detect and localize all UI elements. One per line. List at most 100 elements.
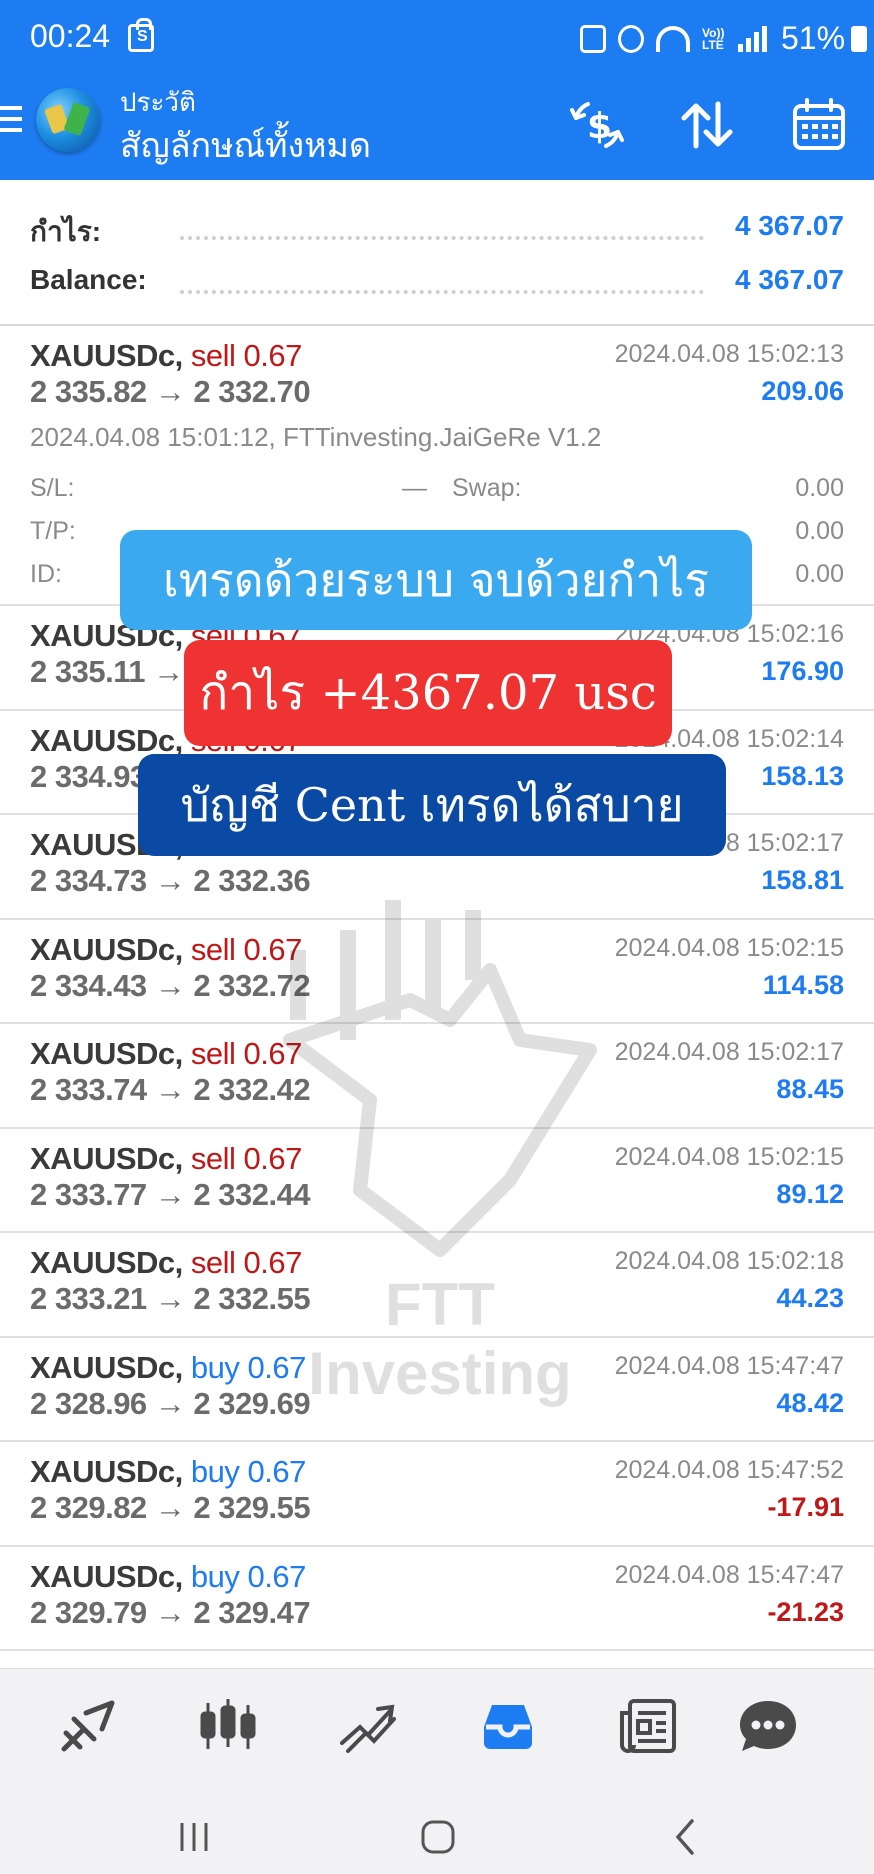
trade-profit: 176.90 (761, 656, 844, 686)
promo-banner-cent: บัญชี Cent เทรดได้สบาย (138, 754, 726, 856)
status-icons: Vo)) LTE 51% (580, 20, 868, 57)
fee-value: 0.00 (795, 560, 844, 588)
trade-symbol: XAUUSDc, (30, 1558, 183, 1594)
trade-profit: 44.23 (776, 1283, 844, 1313)
profit-row: กำไร: 4 367.07 (30, 210, 844, 254)
trade-symbol: XAUUSDc, (30, 1036, 183, 1071)
trade-symbol: XAUUSDc, (30, 1349, 183, 1385)
trade-symbol-line: XAUUSDc, sell 0.67 (30, 338, 302, 374)
trade-profit: 158.81 (761, 865, 844, 895)
promo-banner-system: เทรดด้วยระบบ จบด้วยกำไร (120, 530, 752, 630)
app-bar: ประวัติ สัญลักษณ์ทั้งหมด $ (0, 76, 874, 180)
trade-prices: 2 328.96 → 2 329.69 (30, 1385, 311, 1421)
swap-label: Swap: (452, 474, 522, 502)
bottom-nav (0, 1668, 874, 1874)
top-bar: 00:24 S Vo)) LTE 51% ประวัติ สัญลักษณ์ทั… (0, 0, 874, 180)
trade-time: 2024.04.08 15:02:17 (614, 1038, 844, 1066)
trade-profit: -17.91 (767, 1492, 844, 1522)
signal-icon (738, 25, 767, 52)
home-button[interactable] (418, 1817, 458, 1857)
trade-profit: 114.58 (762, 969, 844, 1000)
deposit-withdraw-icon[interactable]: $ (568, 96, 626, 154)
trade-open-info: 2024.04.08 15:01:12, FTTinvesting.JaiGeR… (30, 422, 602, 452)
trade-prices: 2 333.74 → 2 332.42 (30, 1072, 311, 1107)
battery-saver-icon (580, 24, 606, 53)
sl-swap-row: S/L: — Swap: 0.00 (30, 474, 844, 508)
trade-symbol-line: XAUUSDc, sell 0.67 (30, 1245, 302, 1281)
recent-apps-button[interactable] (174, 1817, 214, 1857)
shop-icon: S (128, 18, 154, 52)
shop-icon-letter: S (137, 28, 148, 45)
trade-side: sell 0.67 (190, 931, 302, 967)
trade-row[interactable]: XAUUSDc, sell 0.67 2 333.74 → 2 332.42 202… (0, 1024, 874, 1129)
trade-symbol: XAUUSDc, (30, 338, 183, 373)
chat-icon[interactable] (736, 1693, 800, 1757)
status-time: 00:24 (30, 18, 111, 54)
page-title[interactable]: สัญลักษณ์ทั้งหมด (120, 118, 371, 172)
trade-prices: 2 329.79 → 2 329.47 (30, 1594, 311, 1630)
swap-value: 0.00 (795, 474, 844, 502)
trade-row[interactable]: XAUUSDc, sell 0.67 2 333.21 → 2 332.55 202… (0, 1233, 874, 1338)
trade-prices: 2 334.43 → 2 332.72 (30, 967, 311, 1003)
calendar-icon[interactable] (790, 96, 848, 154)
trade-symbol: XAUUSDc, (30, 1454, 183, 1489)
chart-icon[interactable] (196, 1693, 260, 1757)
trade-symbol-line: XAUUSDc, buy 0.67 (30, 1350, 306, 1386)
trade-prices: 2 334.73 → 2 332.36 (30, 863, 311, 898)
volte-icon: Vo)) LTE (702, 25, 725, 52)
trade-profit: 209.06 (761, 376, 844, 406)
alarm-icon (618, 24, 644, 53)
commission-value: 0.00 (795, 517, 844, 545)
trade-icon[interactable] (336, 1693, 400, 1757)
battery-percent: 51% (781, 20, 846, 56)
trade-symbol-line: XAUUSDc, buy 0.67 (30, 1454, 306, 1490)
trade-row[interactable]: XAUUSDc, sell 0.67 2 333.77 → 2 332.44 202… (0, 1128, 874, 1233)
trade-symbol-line: XAUUSDc, buy 0.67 (30, 1559, 306, 1595)
profit-label: กำไร: (30, 210, 110, 254)
trade-side: buy 0.67 (190, 1454, 306, 1489)
trade-time: 2024.04.08 15:47:47 (614, 1560, 844, 1589)
menu-icon[interactable] (0, 106, 22, 134)
trade-profit: 158.13 (761, 760, 844, 791)
balance-value: 4 367.07 (735, 264, 844, 295)
trade-prices: 2 335.82 → 2 332.70 (30, 374, 311, 409)
trade-prices: 2 333.21 → 2 332.55 (30, 1281, 311, 1316)
app-logo[interactable] (36, 88, 100, 152)
trade-profit: 48.42 (776, 1387, 844, 1418)
tp-label: T/P: (30, 517, 76, 545)
trade-symbol-line: XAUUSDc, sell 0.67 (30, 932, 302, 968)
svg-text:$: $ (587, 106, 612, 147)
trade-prices: 2 329.82 → 2 329.55 (30, 1490, 311, 1525)
balance-label: Balance: (30, 264, 155, 296)
back-button[interactable] (666, 1817, 706, 1857)
id-label: ID: (30, 560, 62, 588)
trade-time: 2024.04.08 15:02:18 (614, 1247, 844, 1275)
balance-row: Balance: 4 367.07 (30, 264, 844, 304)
trade-symbol: XAUUSDc, (30, 1140, 183, 1176)
trade-prices: 2 333.77 → 2 332.44 (30, 1176, 311, 1212)
trade-time: 2024.04.08 15:02:15 (614, 1142, 844, 1171)
sort-icon[interactable] (678, 96, 736, 154)
quotes-icon[interactable] (56, 1693, 120, 1757)
trade-side: buy 0.67 (190, 1349, 306, 1385)
dotted-leader (180, 236, 704, 240)
trade-row[interactable]: XAUUSDc, sell 0.67 2 334.43 → 2 332.72 202… (0, 919, 874, 1024)
dotted-leader (180, 290, 704, 294)
trade-row[interactable]: XAUUSDc, buy 0.67 2 329.82 → 2 329.55 2024… (0, 1442, 874, 1547)
trade-symbol: XAUUSDc, (30, 722, 183, 758)
trade-profit: -21.23 (767, 1596, 844, 1627)
trade-profit: 89.12 (776, 1178, 844, 1209)
trade-row[interactable]: XAUUSDc, buy 0.67 2 328.96 → 2 329.69 2024… (0, 1337, 874, 1442)
trade-side: sell 0.67 (190, 1245, 302, 1280)
trade-row[interactable]: XAUUSDc, buy 0.67 2 329.79 → 2 329.47 2024… (0, 1546, 874, 1651)
promo-banner-profit: กำไร +4367.07 usc (184, 640, 672, 746)
screen: 00:24 S Vo)) LTE 51% ประวัติ สัญลักษณ์ทั… (0, 0, 874, 1874)
trade-symbol: XAUUSDc, (30, 931, 183, 967)
history-icon[interactable] (476, 1693, 540, 1757)
sl-label: S/L: (30, 474, 75, 502)
account-summary: กำไร: 4 367.07 Balance: 4 367.07 (0, 180, 874, 326)
trade-symbol-line: XAUUSDc, sell 0.67 (30, 1036, 302, 1072)
trade-symbol-line: XAUUSDc, sell 0.67 (30, 1141, 302, 1177)
status-bar: 00:24 S Vo)) LTE 51% (0, 0, 874, 76)
news-icon[interactable] (616, 1693, 680, 1757)
